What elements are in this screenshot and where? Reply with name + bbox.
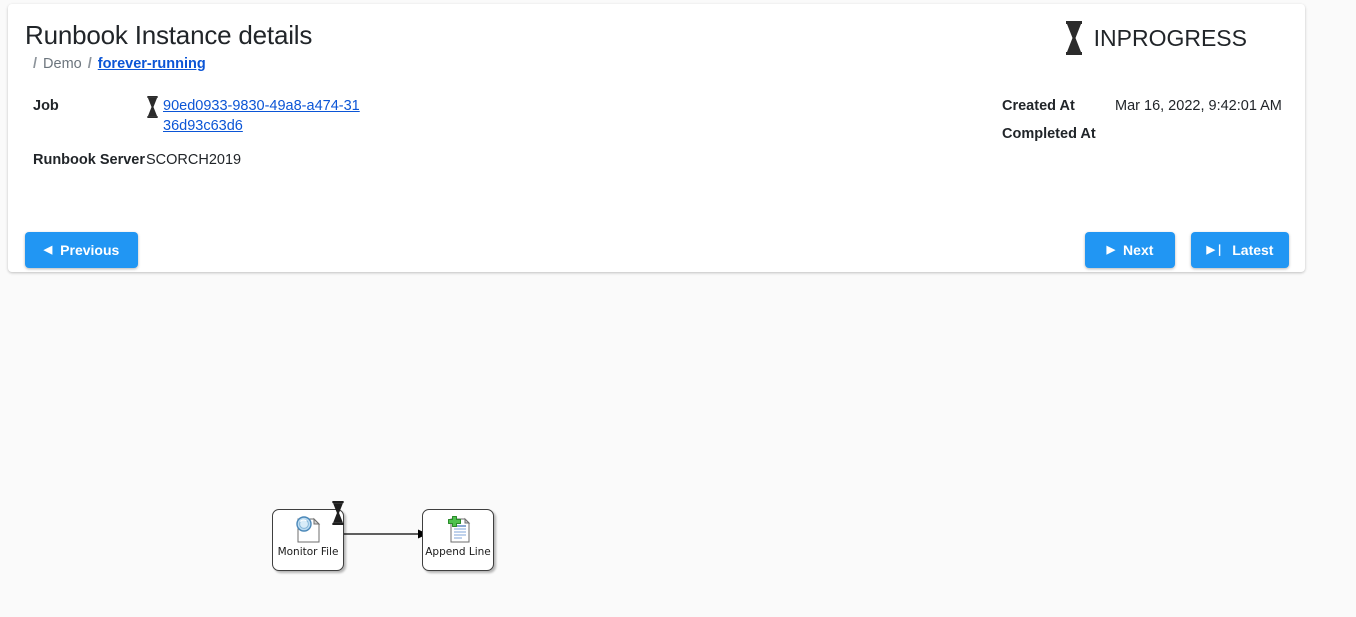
skip-to-end-icon: ▶❘ [1206,243,1225,256]
breadcrumb-item-demo: Demo [43,56,82,72]
diagram-node-append-line[interactable]: Append Line [422,509,494,571]
hourglass-icon [146,96,159,118]
chevron-right-icon: ▶ [1106,243,1116,256]
chevron-left-icon: ◀ [43,243,53,256]
diagram-node-label: Monitor File [277,546,339,558]
breadcrumb-separator-1: / [33,56,38,72]
status-badge: INPROGRESS [1064,21,1247,55]
previous-button-label: Previous [60,242,120,258]
runbook-server-label: Runbook Server [33,152,145,168]
status-label: INPROGRESS [1093,24,1247,51]
breadcrumb-separator-2: / [87,56,92,72]
breadcrumb-link-forever-running[interactable]: forever-running [98,56,206,72]
details-right: Created At Mar 16, 2022, 9:42:01 AM Comp… [1002,96,1332,152]
next-button-label: Next [1123,242,1154,258]
detail-row-created-at: Created At Mar 16, 2022, 9:42:01 AM [1002,96,1332,116]
previous-button[interactable]: ◀ Previous [25,232,138,268]
document-add-icon [443,515,473,545]
diagram-node-label: Append Line [425,546,491,558]
runbook-instance-card: Runbook Instance details / Demo / foreve… [8,4,1305,272]
job-label: Job [33,98,59,114]
created-at-value: Mar 16, 2022, 9:42:01 AM [1115,98,1282,114]
breadcrumb: / Demo / forever-running [33,56,206,72]
next-button[interactable]: ▶ Next [1085,232,1175,268]
runbook-diagram: Monitor File Append Line [268,495,528,595]
created-at-label: Created At [1002,98,1075,114]
hourglass-icon [330,501,346,525]
hourglass-icon [1064,21,1084,55]
completed-at-label: Completed At [1002,126,1096,142]
runbook-server-value: SCORCH2019 [146,152,242,168]
job-id-link[interactable]: 90ed0933-9830-49a8-a474-3136d93c63d6 [163,96,363,136]
detail-row-job: Job 90ed0933-9830-49a8-a474-3136d93c63d6 [33,96,453,136]
latest-button[interactable]: ▶❘ Latest [1191,232,1289,268]
details-left: Job 90ed0933-9830-49a8-a474-3136d93c63d6… [33,96,453,178]
detail-row-runbook-server: Runbook Server SCORCH2019 [33,150,453,170]
diagram-edge-monitor-to-append [338,529,428,539]
job-value: 90ed0933-9830-49a8-a474-3136d93c63d6 [146,96,453,136]
detail-row-completed-at: Completed At [1002,124,1332,144]
document-watch-icon [293,515,323,545]
latest-button-label: Latest [1232,242,1274,258]
page-title: Runbook Instance details [25,20,313,50]
